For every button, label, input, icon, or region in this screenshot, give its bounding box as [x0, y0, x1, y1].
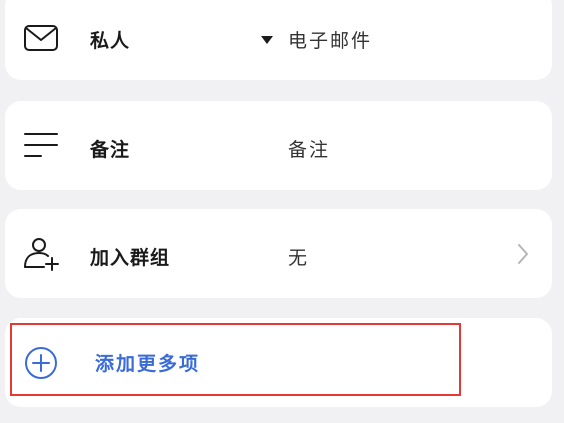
group-value: 无 [288, 247, 310, 269]
notes-icon [21, 125, 61, 165]
email-row[interactable]: 私人 电子邮件 [5, 0, 552, 80]
add-group-icon [21, 233, 61, 273]
notes-input[interactable]: 备注 [288, 135, 330, 162]
add-more-button[interactable]: 添加更多项 [95, 349, 200, 376]
add-circle-icon [21, 343, 61, 383]
notes-row[interactable]: 备注 备注 [5, 101, 552, 190]
group-label: 加入群组 [90, 247, 171, 269]
dropdown-triangle-icon[interactable] [261, 36, 273, 44]
chevron-right-icon [516, 242, 530, 266]
email-type-label: 私人 [90, 30, 131, 52]
group-row[interactable]: 加入群组 无 [5, 209, 552, 298]
email-field[interactable]: 电子邮件 [288, 26, 372, 53]
mail-icon [21, 18, 61, 58]
notes-label: 备注 [90, 139, 131, 161]
add-more-row[interactable]: 添加更多项 [5, 318, 552, 407]
